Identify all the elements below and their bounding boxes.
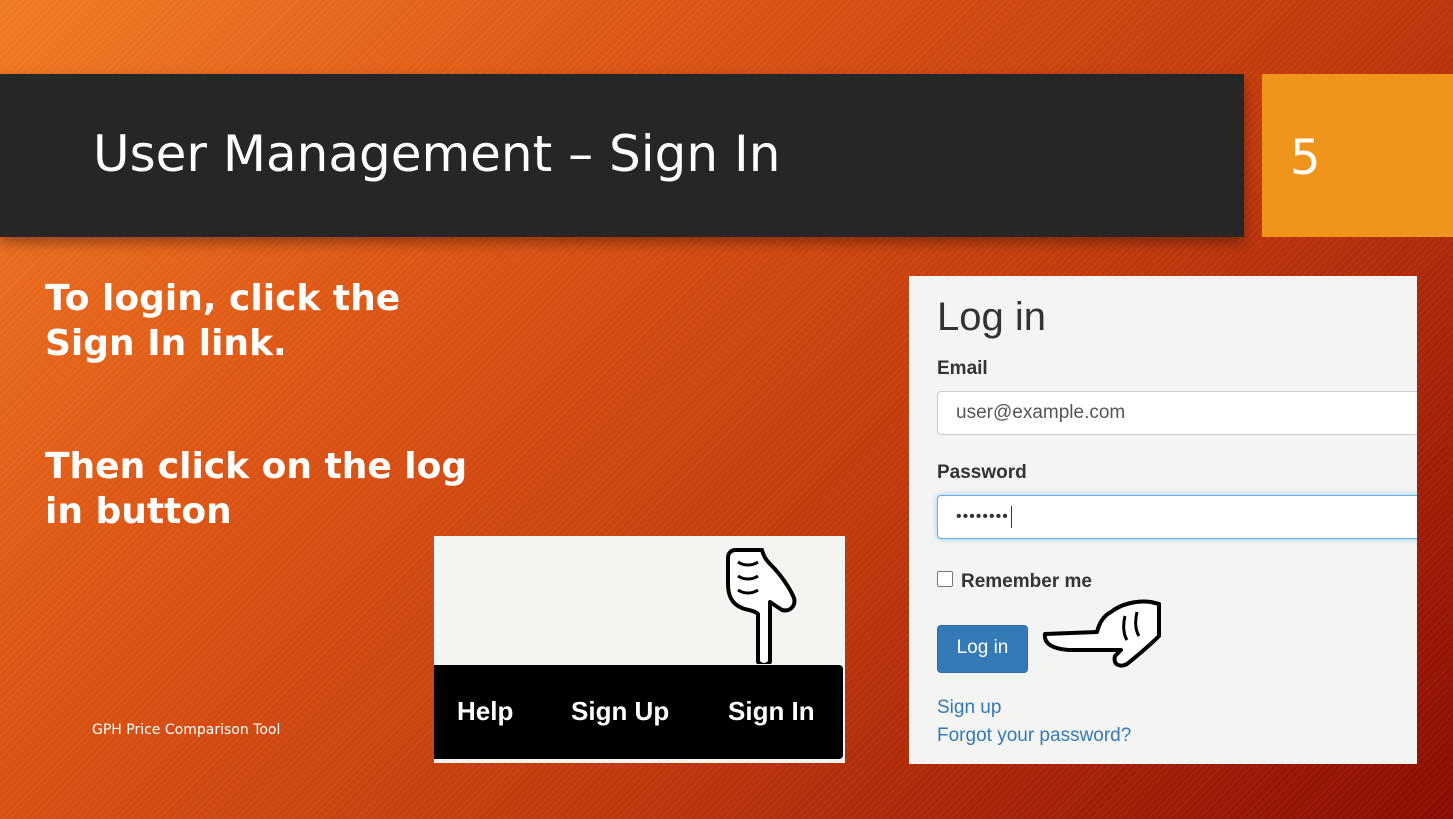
email-label: Email: [937, 358, 988, 379]
footer-text: GPH Price Comparison Tool: [92, 722, 281, 738]
login-button[interactable]: Log in: [937, 625, 1028, 673]
signup-link[interactable]: Sign up: [937, 696, 1001, 720]
slide-title: User Management – Sign In: [93, 125, 781, 183]
hand-pointing-left-icon: [1042, 599, 1161, 668]
nav-signup-link[interactable]: Sign Up: [571, 696, 669, 726]
email-value: user@example.com: [956, 402, 1126, 423]
nav-bar: Help Sign Up Sign In: [434, 665, 843, 759]
nav-help-link[interactable]: Help: [457, 696, 513, 726]
password-field[interactable]: ••••••••: [937, 495, 1417, 539]
instruction-text-2: Then click on the log in button: [45, 446, 468, 532]
instruction-text-1: To login, click the Sign In link.: [45, 278, 401, 364]
remember-me-label[interactable]: Remember me: [961, 571, 1092, 593]
email-field[interactable]: user@example.com: [937, 391, 1417, 435]
login-heading: Log in: [937, 295, 1046, 339]
slide-number: 5: [1290, 130, 1321, 186]
password-label: Password: [937, 462, 1027, 483]
password-value: ••••••••: [956, 508, 1009, 525]
remember-me-checkbox[interactable]: [937, 571, 953, 587]
nav-screenshot: Help Sign Up Sign In: [434, 536, 845, 763]
text-caret: [1010, 505, 1012, 528]
forgot-password-link[interactable]: Forgot your password?: [937, 724, 1131, 748]
login-screenshot: Log in Email user@example.com Password •…: [909, 276, 1417, 764]
nav-signin-link[interactable]: Sign In: [728, 696, 815, 726]
hand-pointing-down-icon: [726, 548, 797, 664]
